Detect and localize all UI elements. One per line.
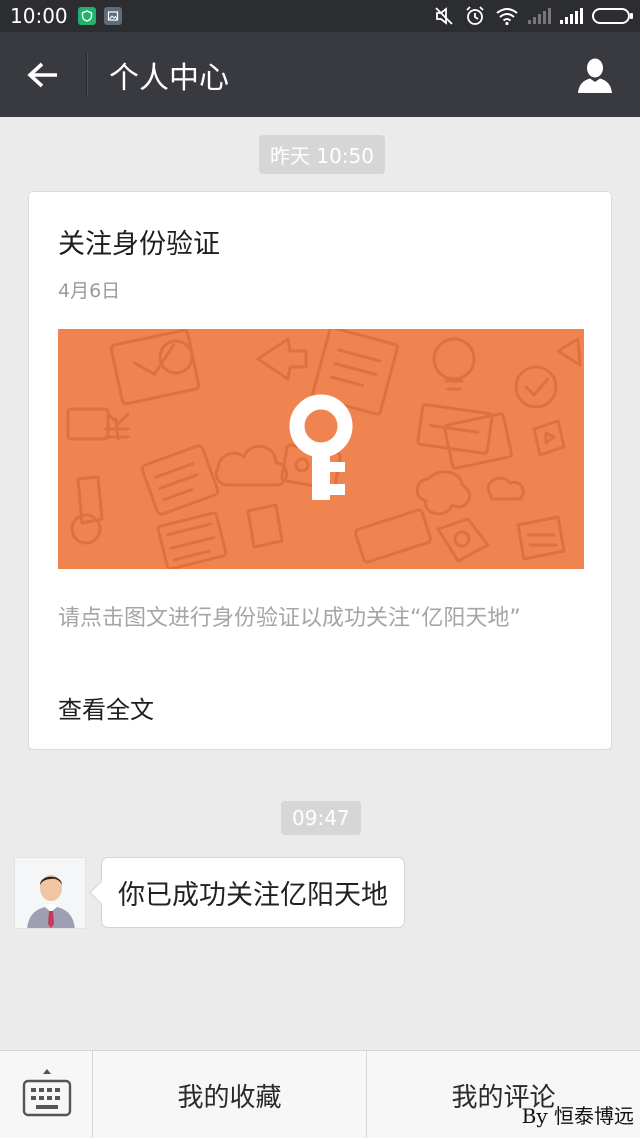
article-description: 请点击图文进行身份验证以成功关注“亿阳天地”: [58, 606, 521, 631]
article-card[interactable]: 关注身份验证 4月6日 请点击图文进行身份验证以成功关注“亿阳天地” 查看全文: [28, 191, 612, 750]
wifi-icon: [496, 8, 518, 26]
gallery-notification-icon: [103, 7, 122, 25]
watermark-text: By 恒泰博远: [521, 1104, 634, 1128]
battery-icon: [592, 8, 633, 24]
person-icon: [578, 58, 612, 93]
page-title: 个人中心: [109, 60, 229, 96]
article-cover-image[interactable]: [58, 329, 584, 569]
signal-icon: [528, 8, 551, 24]
timestamp-today: 09:47: [281, 801, 361, 835]
back-button[interactable]: [0, 32, 86, 117]
arrow-left-icon: [27, 62, 57, 87]
keyboard-icon: [22, 1069, 72, 1117]
title-bar: 个人中心: [0, 32, 640, 117]
profile-button[interactable]: [550, 32, 640, 117]
status-time: 10:00: [10, 4, 68, 28]
title-divider: [86, 51, 87, 98]
status-bar: 10:00: [0, 0, 640, 32]
mute-icon: [435, 7, 453, 25]
keyboard-toggle-button[interactable]: [0, 1051, 93, 1138]
menu-my-favorites[interactable]: 我的收藏: [93, 1051, 366, 1138]
read-full-text-link[interactable]: 查看全文: [58, 690, 154, 725]
shield-notification-icon: [77, 7, 96, 25]
signal-icon: [560, 8, 583, 24]
article-title: 关注身份验证: [58, 229, 220, 260]
timestamp-yesterday: 昨天 10:50: [259, 135, 385, 174]
avatar[interactable]: [14, 857, 86, 929]
chat-bubble[interactable]: 你已成功关注亿阳天地: [101, 857, 405, 928]
chat-message-text: 你已成功关注亿阳天地: [118, 880, 388, 911]
article-date: 4月6日: [58, 280, 121, 302]
alarm-icon: [466, 6, 484, 25]
key-icon: [289, 394, 353, 500]
